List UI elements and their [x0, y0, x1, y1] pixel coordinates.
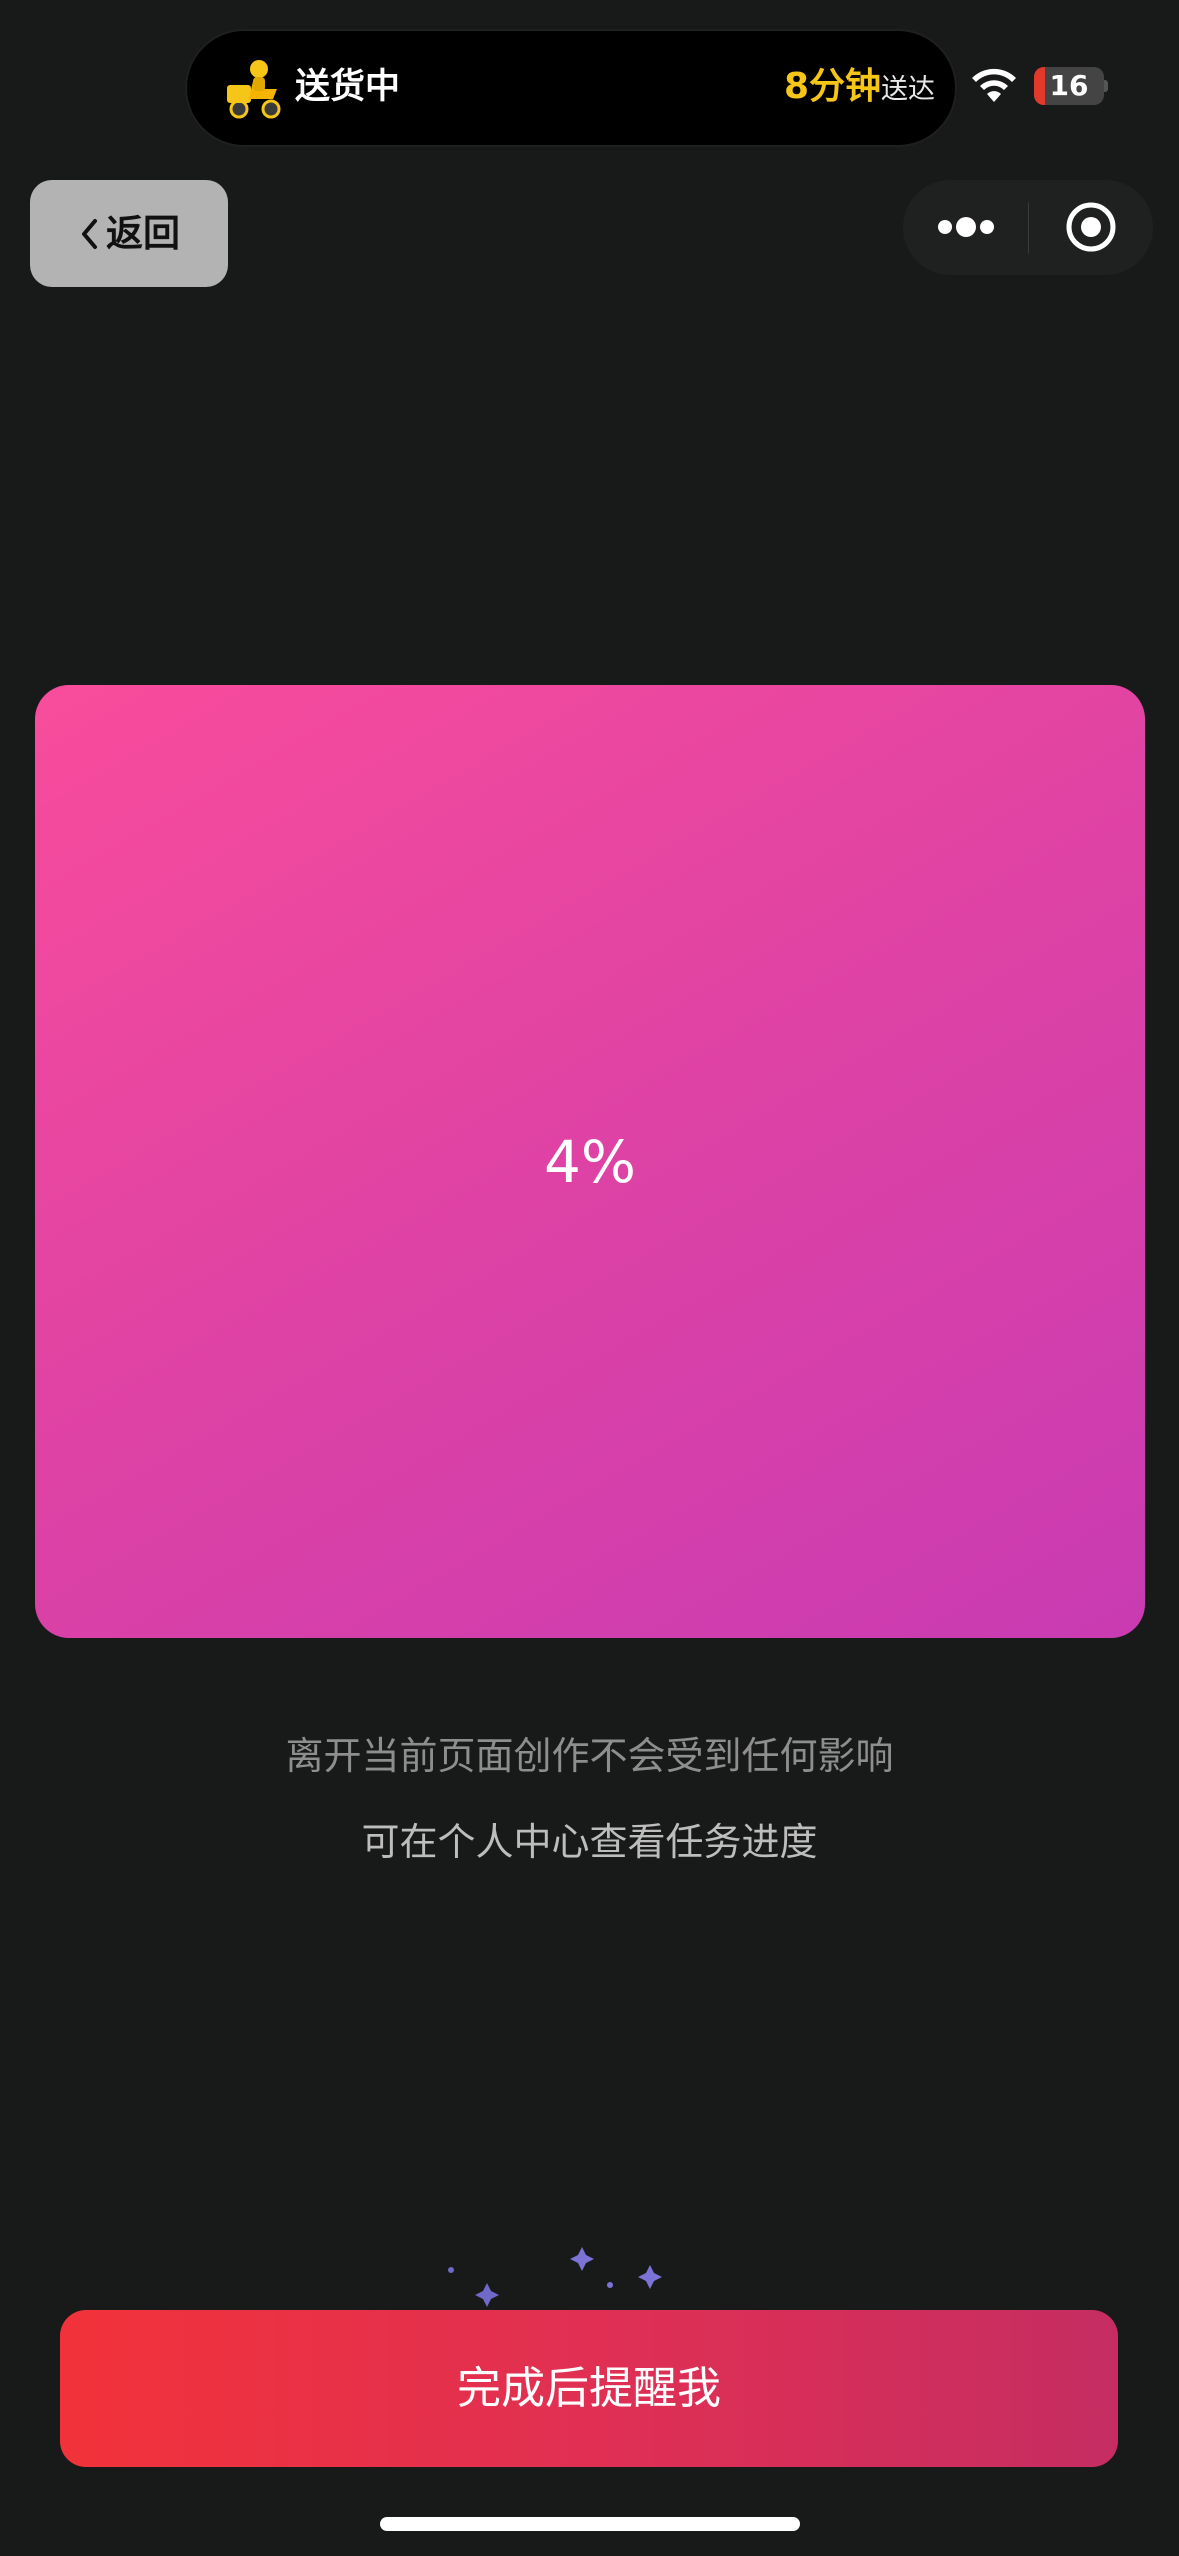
close-target-icon: [1066, 202, 1116, 252]
courier-scooter-icon: [227, 60, 281, 119]
eta-suffix: 送达: [881, 74, 935, 105]
more-button[interactable]: [903, 180, 1028, 275]
leave-page-notice: 离开当前页面创作不会受到任何影响: [285, 1734, 894, 1778]
home-indicator[interactable]: [380, 2517, 800, 2531]
progress-percentage: 4%: [543, 1127, 636, 1196]
back-label: 返回: [106, 211, 180, 255]
task-progress-notice: 可在个人中心查看任务进度: [361, 1820, 818, 1864]
menu-capsule: [903, 180, 1153, 275]
battery-level: 16: [1049, 69, 1089, 102]
remind-me-label: 完成后提醒我: [457, 2362, 721, 2414]
more-dots-icon: [938, 217, 994, 237]
battery-tip: [1104, 80, 1108, 92]
progress-card: 4%: [35, 685, 1145, 1638]
eta-text: 8分钟送达: [784, 61, 935, 119]
close-button[interactable]: [1029, 180, 1153, 275]
wifi-icon: [972, 68, 1016, 102]
battery-body: 16: [1034, 67, 1104, 105]
delivery-status-text: 送货中: [295, 67, 401, 107]
remind-me-button[interactable]: 完成后提醒我: [60, 2310, 1118, 2467]
eta-minutes: 8分钟: [783, 66, 881, 107]
back-button[interactable]: 返回: [30, 180, 228, 287]
battery-indicator: 16: [1034, 67, 1108, 105]
screen: 送货中 8分钟送达 16 返回 4% 离开当前页面创作不会受到任何影响 可在个人…: [0, 0, 1179, 2556]
chevron-left-icon: [82, 218, 97, 249]
live-activity-pill[interactable]: 送货中 8分钟送达: [187, 31, 955, 145]
